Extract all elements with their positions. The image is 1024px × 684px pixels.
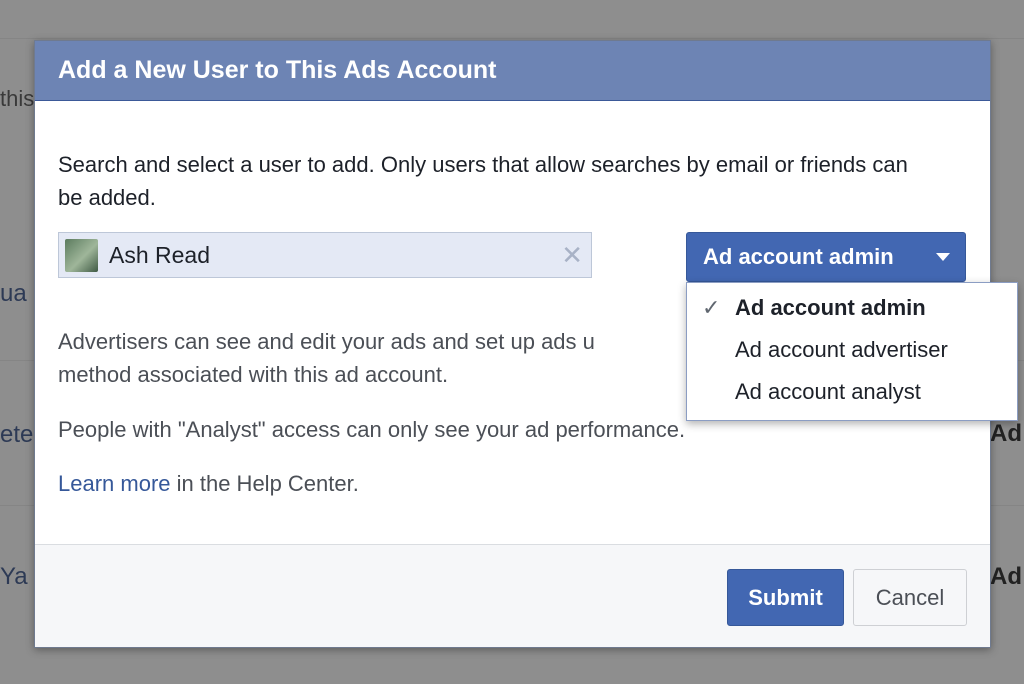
- background-text-fragment: ua: [0, 280, 27, 307]
- background-divider: [0, 38, 1024, 39]
- role-dropdown-menu: ✓ Ad account admin Ad account advertiser…: [686, 282, 1018, 421]
- background-text-fragment: Ya: [0, 563, 28, 590]
- background-text-fragment: Ad a: [990, 420, 1024, 447]
- role-dropdown-button[interactable]: Ad account admin: [686, 232, 966, 282]
- learn-more-link[interactable]: Learn more: [58, 471, 171, 496]
- user-search-field[interactable]: Ash Read ✕: [58, 232, 592, 278]
- background-text-fragment: this: [0, 86, 35, 111]
- intro-text: Search and select a user to add. Only us…: [58, 152, 908, 210]
- background-text-fragment: ete: [0, 421, 34, 448]
- checkmark-icon: ✓: [702, 295, 721, 320]
- selected-user-name: Ash Read: [109, 242, 211, 268]
- submit-button[interactable]: Submit: [727, 569, 844, 626]
- avatar: [65, 239, 98, 272]
- menu-item-ad-account-analyst[interactable]: Ad account analyst: [687, 371, 1017, 413]
- advertisers-description-line2: method associated with this ad account.: [58, 362, 449, 387]
- menu-item-label: Ad account advertiser: [735, 337, 948, 362]
- background-text-fragment: Ad a: [990, 563, 1024, 590]
- menu-item-label: Ad account analyst: [735, 379, 921, 404]
- menu-item-label: Ad account admin: [735, 295, 926, 320]
- chevron-down-icon: [936, 253, 950, 261]
- role-dropdown-label: Ad account admin: [703, 244, 894, 269]
- help-center-text: in the Help Center.: [170, 471, 359, 496]
- dialog-title: Add a New User to This Ads Account: [35, 41, 990, 101]
- advertisers-description-line1: Advertisers can see and edit your ads an…: [58, 329, 595, 354]
- menu-item-ad-account-advertiser[interactable]: Ad account advertiser: [687, 329, 1017, 371]
- cancel-button[interactable]: Cancel: [853, 569, 967, 626]
- help-text: Learn more in the Help Center.: [58, 467, 818, 500]
- dialog-footer: Submit Cancel: [35, 544, 990, 647]
- close-icon[interactable]: ✕: [561, 240, 583, 271]
- menu-item-ad-account-admin[interactable]: ✓ Ad account admin: [687, 287, 1017, 329]
